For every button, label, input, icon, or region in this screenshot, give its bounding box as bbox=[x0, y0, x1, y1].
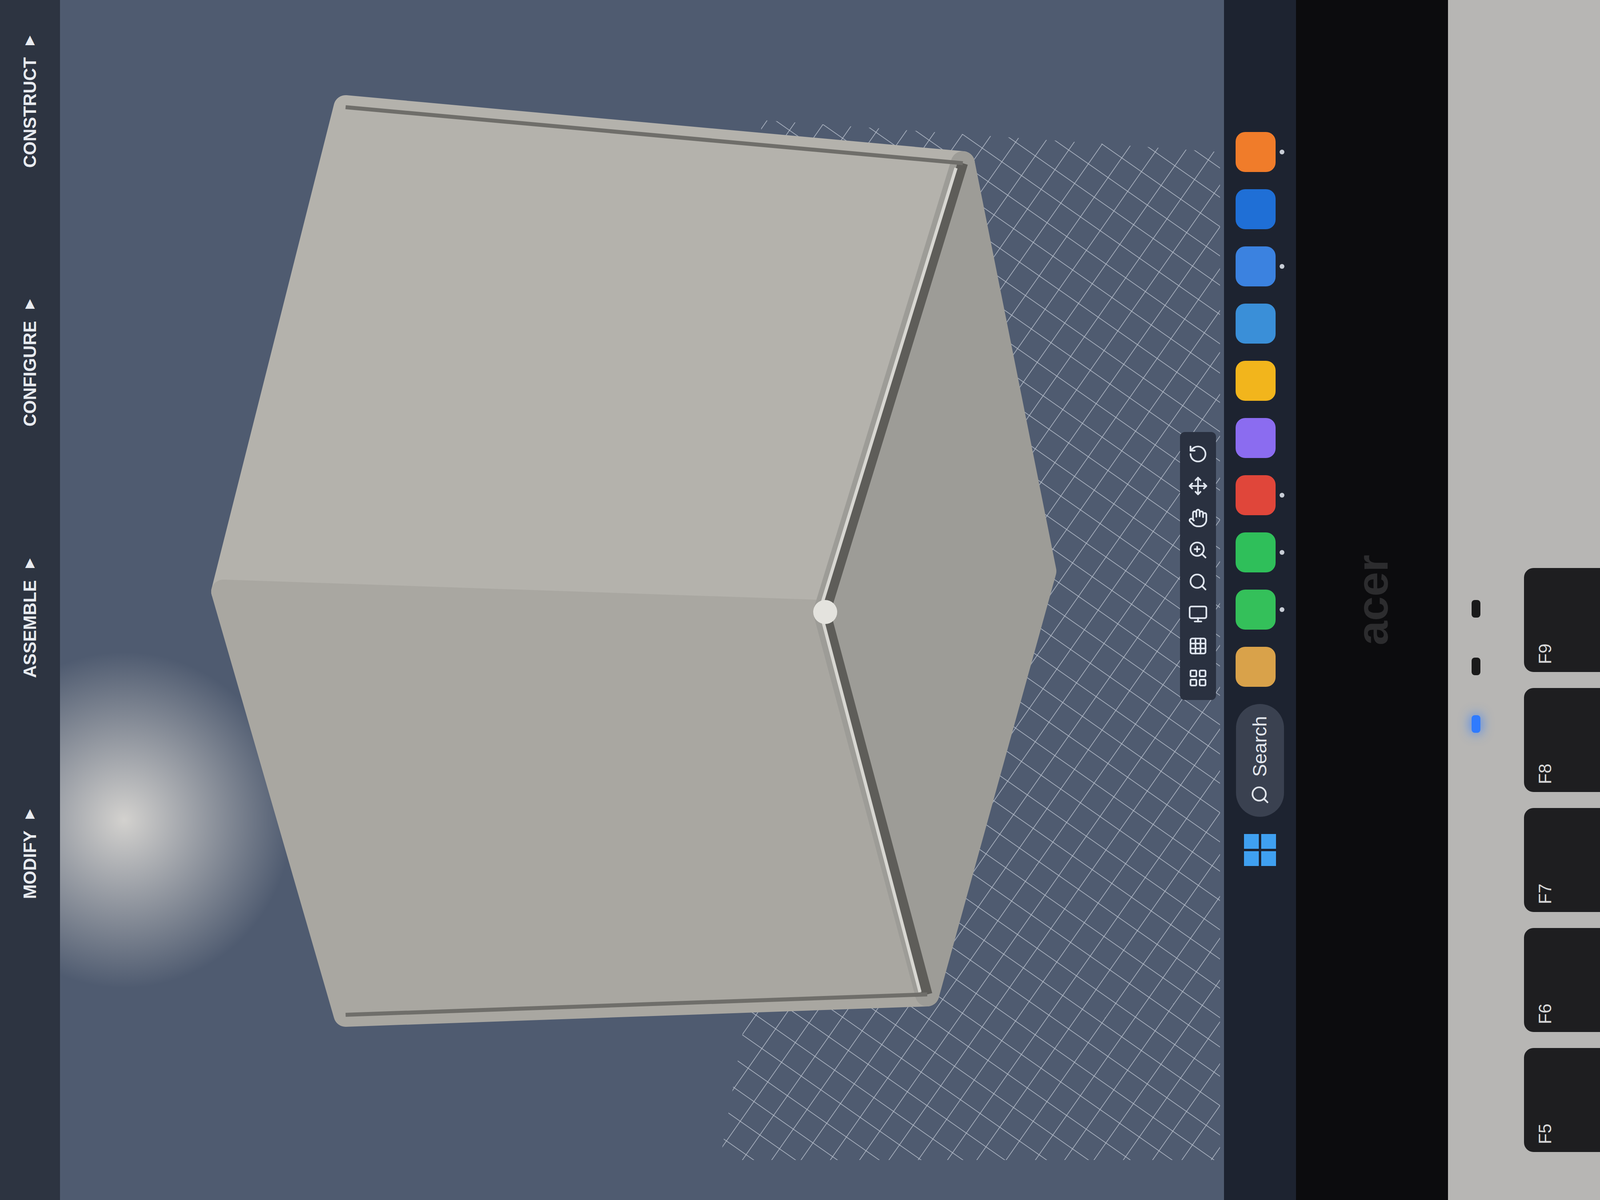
brand-logo: acer bbox=[1339, 554, 1406, 646]
indicator-column bbox=[1448, 0, 1504, 1200]
running-dot bbox=[1279, 321, 1285, 326]
running-dot bbox=[1279, 607, 1285, 612]
nav-tool-icon[interactable] bbox=[1188, 508, 1208, 528]
running-dot bbox=[1279, 149, 1285, 155]
nav-tool-icon[interactable] bbox=[1188, 540, 1208, 560]
nav-tool-icon[interactable] bbox=[1188, 572, 1208, 592]
app-icon bbox=[1235, 360, 1276, 401]
viewport[interactable] bbox=[60, 0, 1224, 1200]
app-icon bbox=[1235, 418, 1276, 458]
app-icon bbox=[1235, 246, 1276, 287]
taskbar-app[interactable] bbox=[1235, 646, 1285, 687]
toolbar-menu[interactable]: CONSTRUCT ▾ bbox=[12, 28, 48, 172]
nav-tool-icon[interactable] bbox=[1188, 668, 1208, 688]
taskbar: Search bbox=[1224, 0, 1296, 1200]
app-icon bbox=[1235, 475, 1276, 516]
app-icon bbox=[1235, 303, 1276, 344]
keyboard-key[interactable]: F9 bbox=[1524, 568, 1600, 672]
nav-tool-icon[interactable] bbox=[1188, 476, 1208, 496]
taskbar-app[interactable] bbox=[1235, 360, 1285, 401]
toolbar: CONSTRUCT ▾ CONFIGURE ▾ ASSEMBLE ▾ MODIFY ▾ bbox=[0, 0, 60, 1200]
running-dot bbox=[1279, 492, 1285, 498]
app-icon bbox=[1235, 532, 1276, 573]
keyboard-key[interactable]: F5 bbox=[1524, 1048, 1600, 1152]
windows-logo-icon[interactable] bbox=[1244, 834, 1276, 866]
keyboard-key[interactable]: F7 bbox=[1524, 808, 1600, 912]
running-dot bbox=[1279, 264, 1285, 269]
running-dot bbox=[1279, 435, 1285, 441]
toolbar-menu[interactable]: MODIFY ▾ bbox=[12, 801, 48, 904]
keyboard-key[interactable]: F6 bbox=[1524, 928, 1600, 1032]
indicator-light bbox=[1471, 657, 1481, 676]
photo: CONSTRUCT ▾ CONFIGURE ▾ ASSEMBLE ▾ MODIFY ▾… bbox=[0, 0, 1600, 1200]
taskbar-app[interactable] bbox=[1235, 475, 1285, 516]
running-dot bbox=[1279, 664, 1285, 670]
toolbar-menu[interactable]: ASSEMBLE ▾ bbox=[12, 550, 48, 682]
nav-tool-icon[interactable] bbox=[1188, 604, 1208, 624]
nav-tool-icon[interactable] bbox=[1188, 444, 1208, 464]
keyboard-key[interactable]: F8 bbox=[1524, 688, 1600, 792]
app-icon bbox=[1235, 589, 1276, 630]
viewport-canvas[interactable] bbox=[60, 0, 1224, 1200]
toolbar-menu[interactable]: CONFIGURE ▾ bbox=[12, 291, 48, 431]
navigation-bar bbox=[1180, 432, 1216, 700]
search-placeholder: Search bbox=[1245, 716, 1275, 777]
keyboard-deck: F9 F8 F7 F6 F5 bbox=[1448, 0, 1600, 1200]
taskbar-app[interactable] bbox=[1235, 303, 1285, 344]
app-icon bbox=[1235, 189, 1276, 230]
taskbar-app[interactable] bbox=[1235, 189, 1285, 230]
taskbar-app[interactable] bbox=[1235, 246, 1285, 287]
nav-tool-icon[interactable] bbox=[1188, 636, 1208, 656]
search-icon bbox=[1250, 784, 1270, 805]
taskbar-app[interactable] bbox=[1235, 418, 1285, 458]
indicator-light bbox=[1471, 715, 1481, 733]
bezel: acer bbox=[1296, 0, 1448, 1200]
cube[interactable] bbox=[223, 107, 1045, 1015]
taskbar-app[interactable] bbox=[1235, 532, 1285, 573]
running-dot bbox=[1279, 206, 1285, 212]
taskbar-app[interactable] bbox=[1235, 589, 1285, 630]
search-box[interactable]: Search bbox=[1236, 704, 1284, 817]
running-dot bbox=[1279, 550, 1285, 555]
running-dot bbox=[1279, 378, 1285, 384]
taskbar-app[interactable] bbox=[1235, 132, 1285, 172]
function-keys: F9 F8 F7 F6 F5 bbox=[1504, 0, 1600, 1200]
app-icon bbox=[1235, 646, 1276, 687]
indicator-light bbox=[1471, 600, 1481, 618]
app-icon bbox=[1235, 132, 1276, 172]
